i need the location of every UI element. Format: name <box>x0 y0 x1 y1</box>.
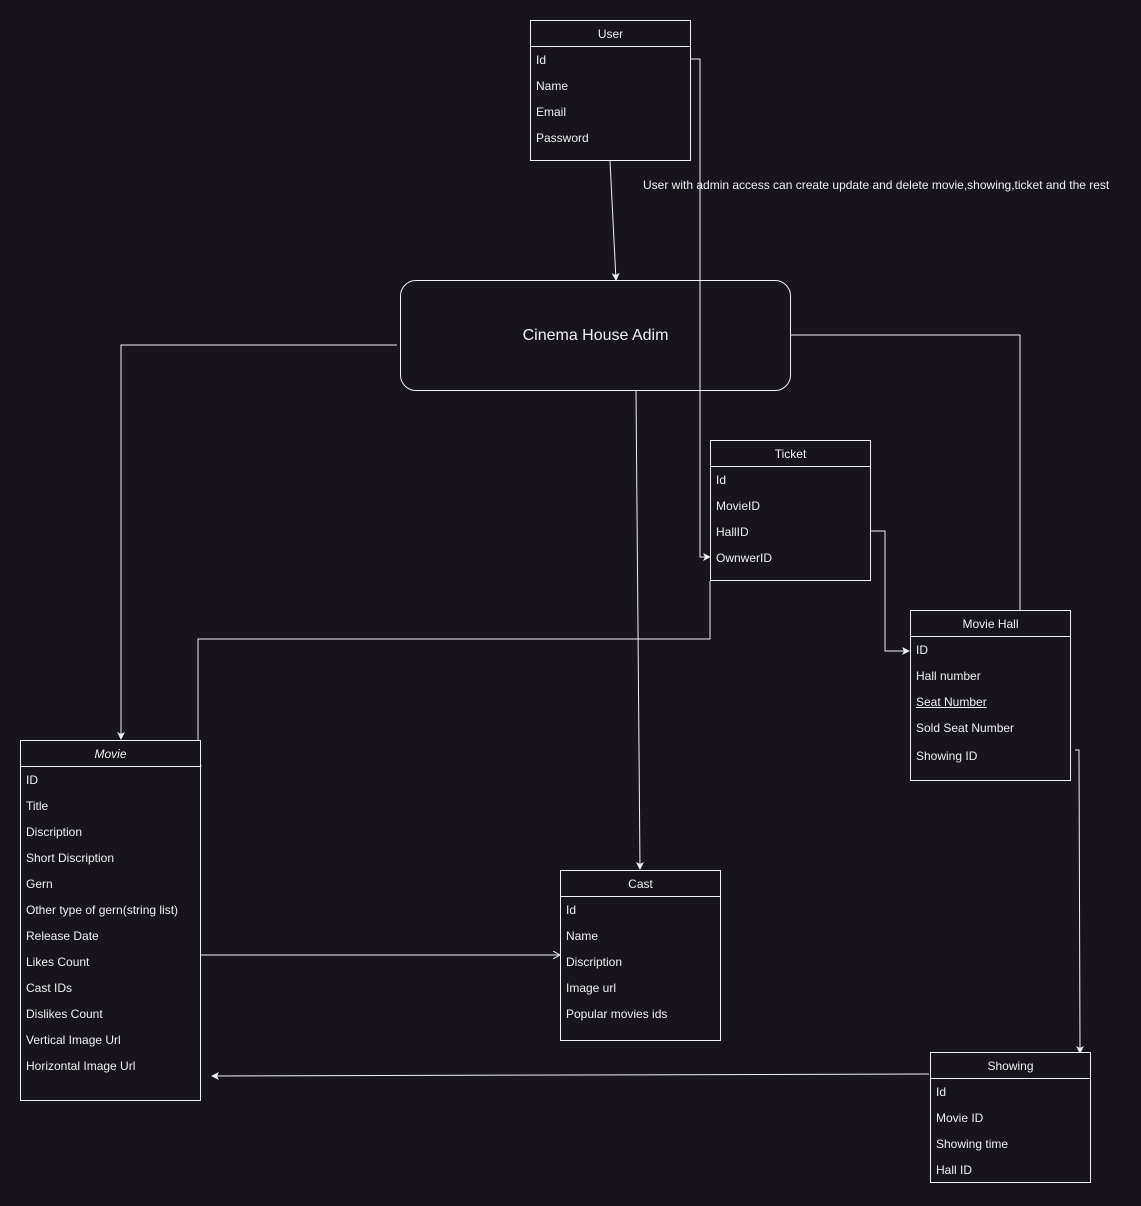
entity-user-title: User <box>531 21 690 47</box>
edge-hall-showing-to-showing <box>1075 749 1084 1054</box>
field-ticket-hallid: HallID <box>716 525 749 539</box>
entity-cast-title: Cast <box>561 871 720 897</box>
field-hall-showing-id: Showing ID <box>916 749 978 763</box>
field-movie-release-date: Release Date <box>26 929 99 943</box>
field-movie-horizontal-image-url: Horizontal Image Url <box>26 1059 136 1073</box>
field-ticket-id: Id <box>716 473 727 487</box>
entity-cast[interactable]: Cast Id Name Discription Image url Popul… <box>560 870 721 1041</box>
field-user-password: Password <box>536 131 589 145</box>
field-showing-id: Id <box>936 1085 947 1099</box>
entity-movie-hall[interactable]: Movie Hall ID Hall number Seat Number So… <box>910 610 1071 781</box>
field-showing-hall-id: Hall ID <box>936 1163 973 1177</box>
field-showing-time: Showing time <box>936 1137 1009 1151</box>
field-showing-movie-id: Movie ID <box>936 1111 984 1125</box>
admin-access-note: User with admin access can create update… <box>643 178 1110 192</box>
field-ticket-ownerid: OwnwerID <box>716 551 773 565</box>
edge-cinema-house-to-movie <box>117 344 397 740</box>
entity-movie-title: Movie <box>21 741 200 767</box>
edge-user-to-cinema-house <box>609 160 620 281</box>
field-hall-id: ID <box>916 643 928 657</box>
field-user-email: Email <box>536 105 567 119</box>
field-movie-likes-count: Likes Count <box>26 955 90 969</box>
entity-showing-title: Showing <box>931 1053 1090 1079</box>
field-movie-other-genres: Other type of gern(string list) <box>26 903 179 917</box>
field-movie-genre: Gern <box>26 877 53 891</box>
field-user-name: Name <box>536 79 569 93</box>
entity-showing[interactable]: Showing Id Movie ID Showing time Hall ID <box>930 1052 1091 1183</box>
field-movie-id: ID <box>26 773 38 787</box>
field-hall-seat-number: Seat Number <box>911 689 1070 715</box>
entity-movie[interactable]: Movie ID Title Discription Short Discrip… <box>20 740 201 1101</box>
field-cast-popular-movies: Popular movies ids <box>566 1007 668 1021</box>
entity-user[interactable]: User Id Name Email Password <box>530 20 691 161</box>
entity-ticket-title: Ticket <box>711 441 870 467</box>
field-movie-vertical-image-url: Vertical Image Url <box>26 1033 121 1047</box>
field-ticket-movieid: MovieID <box>716 499 761 513</box>
entity-ticket[interactable]: Ticket Id MovieID HallID OwnwerID <box>710 440 871 581</box>
cinema-house-admin-node[interactable]: Cinema House Adim <box>400 280 791 391</box>
field-movie-title: Title <box>26 799 49 813</box>
field-movie-description: Discription <box>26 825 83 839</box>
field-movie-short-description: Short Discription <box>26 851 115 865</box>
edge-ticket-to-movie <box>194 581 711 773</box>
cinema-house-admin-label: Cinema House Adim <box>522 326 669 344</box>
field-cast-name: Name <box>566 929 599 943</box>
field-hall-sold-seat-number: Sold Seat Number <box>916 721 1015 735</box>
field-hall-seat-number-text: Seat Number <box>916 695 987 709</box>
field-user-id: Id <box>536 53 547 67</box>
field-cast-id: Id <box>566 903 577 917</box>
field-cast-description: Discription <box>566 955 623 969</box>
field-hall-number: Hall number <box>916 669 981 683</box>
field-movie-dislikes-count: Dislikes Count <box>26 1007 103 1021</box>
edge-showing-to-movie <box>211 1071 930 1080</box>
field-cast-image-url: Image url <box>566 981 617 995</box>
entity-movie-hall-title: Movie Hall <box>911 611 1070 637</box>
edge-cinema-house-to-cast <box>635 390 644 870</box>
field-movie-cast-ids: Cast IDs <box>26 981 73 995</box>
